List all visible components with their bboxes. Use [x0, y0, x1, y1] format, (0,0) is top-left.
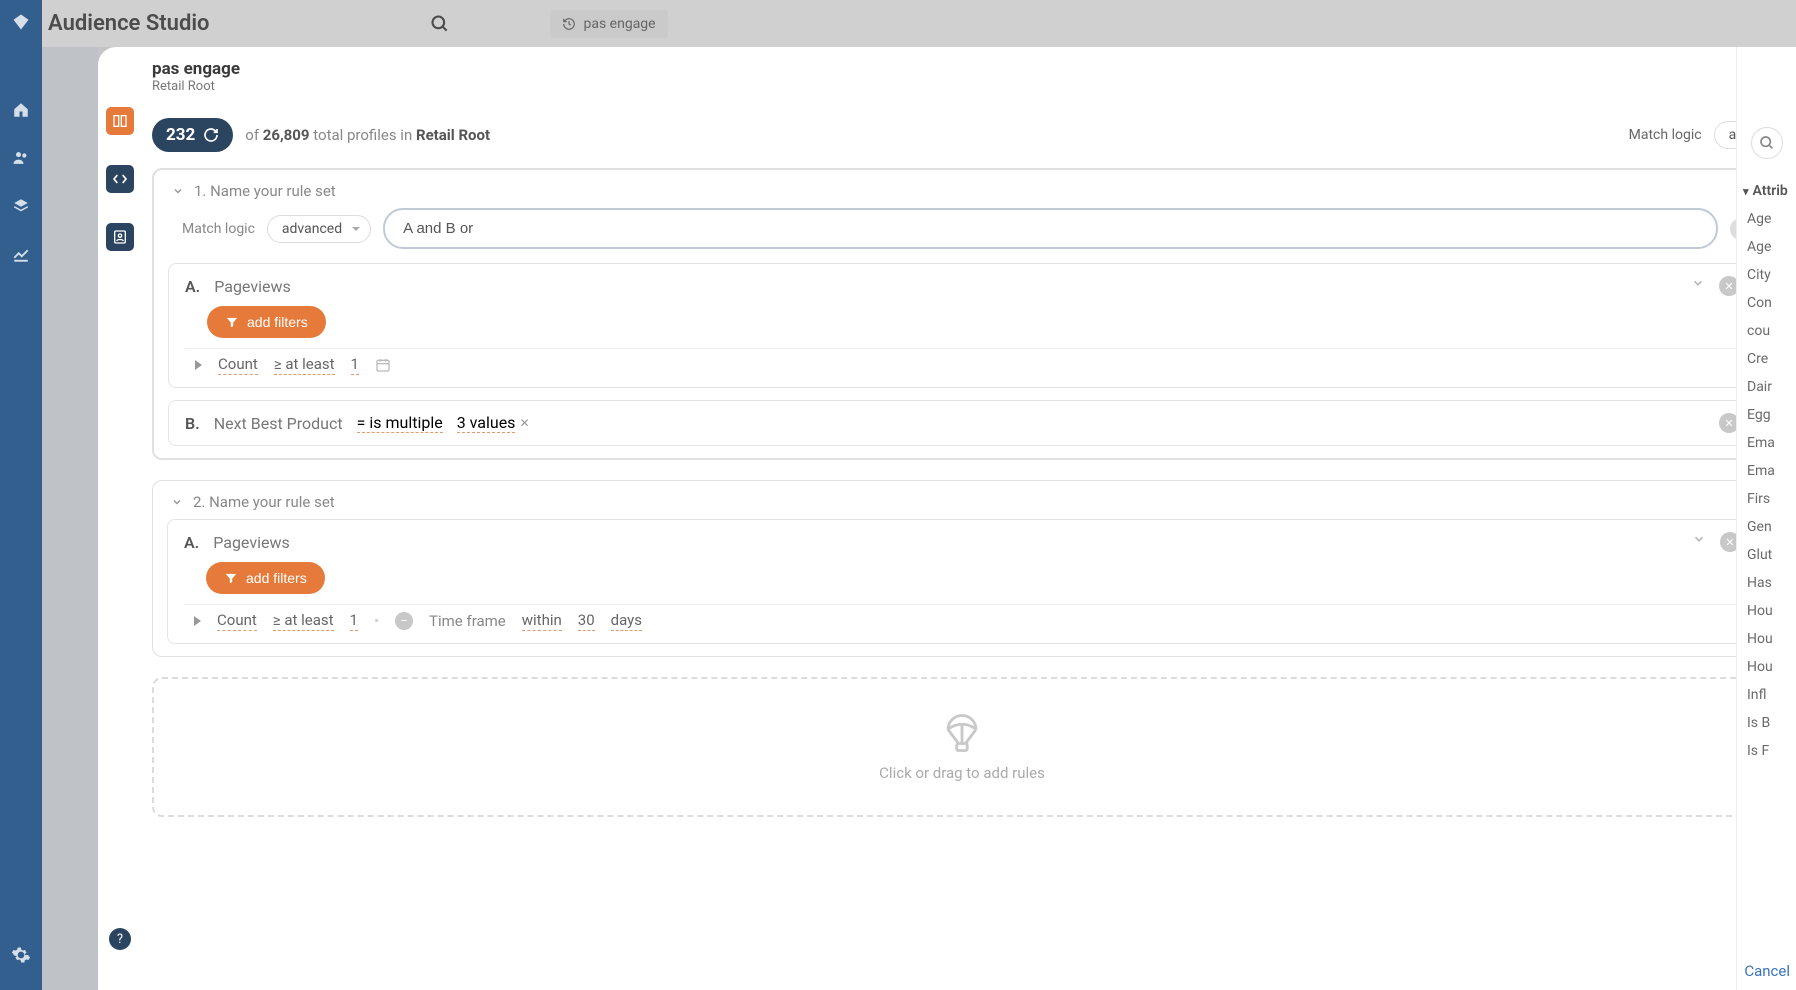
rule-a: A. Pageviews ✕ add filters	[168, 263, 1756, 388]
attribute-item[interactable]: Con	[1737, 289, 1796, 317]
ruleset-title: 1. Name your rule set	[194, 182, 336, 200]
add-filters-button[interactable]: add filters	[207, 306, 326, 338]
count-label[interactable]: Count	[217, 611, 257, 631]
ruleset-head[interactable]: 1. Name your rule set	[154, 170, 1770, 208]
rule-a: A. Pageviews ✕ add filters	[167, 519, 1757, 644]
modal-header: pas engage Retail Root	[152, 59, 1772, 94]
chevron-down-icon: ▾	[1743, 185, 1749, 198]
contacts-tab-icon[interactable]	[106, 223, 134, 251]
attributes-search-icon[interactable]	[1751, 127, 1783, 159]
expand-icon[interactable]	[195, 360, 202, 370]
attribute-item[interactable]: Age	[1737, 205, 1796, 233]
builder-tab-icon[interactable]	[106, 107, 134, 135]
home-icon[interactable]	[11, 100, 31, 120]
chevron-down-icon[interactable]	[171, 496, 183, 508]
modal-help[interactable]: ?	[109, 928, 131, 950]
ruleset-1: 1. Name your rule set Match logic advanc…	[152, 168, 1772, 460]
cancel-button[interactable]: Cancel	[1744, 962, 1790, 980]
filter-icon	[225, 315, 239, 329]
minus-icon[interactable]: −	[395, 612, 413, 630]
dropzone-text: Click or drag to add rules	[879, 764, 1045, 782]
count-value[interactable]: 1	[350, 611, 358, 631]
rule-letter: A.	[184, 533, 199, 552]
calendar-icon[interactable]	[375, 357, 391, 373]
expand-icon[interactable]	[194, 616, 201, 626]
count-op[interactable]: ≥ at least	[274, 355, 335, 375]
attribute-item[interactable]: Gen	[1737, 513, 1796, 541]
attribute-item[interactable]: Hou	[1737, 653, 1796, 681]
attribute-item[interactable]: Age	[1737, 233, 1796, 261]
attribute-item[interactable]: Cre	[1737, 345, 1796, 373]
match-logic-label: Match logic	[182, 221, 255, 237]
profile-count: 232	[166, 125, 195, 145]
add-filters-button[interactable]: add filters	[206, 562, 325, 594]
timeframe-num[interactable]: 30	[578, 611, 595, 631]
attributes-panel: ▾Attrib AgeAgeCityConcouCreDairEggEmaEma…	[1736, 47, 1796, 990]
count-line: Count ≥ at least 1	[185, 348, 1739, 375]
count-label[interactable]: Count	[218, 355, 258, 375]
attribute-item[interactable]: Hou	[1737, 625, 1796, 653]
logic-row: Match logic advanced ?	[154, 208, 1770, 263]
rule-op[interactable]: = is multiple	[357, 413, 443, 433]
timeframe-within[interactable]: within	[522, 611, 562, 631]
clear-icon[interactable]: ✕	[519, 416, 529, 430]
attribute-item[interactable]: Hou	[1737, 597, 1796, 625]
attribute-item[interactable]: Ema	[1737, 429, 1796, 457]
attribute-item[interactable]: Is F	[1737, 737, 1796, 765]
add-rules-dropzone[interactable]: Click or drag to add rules	[152, 677, 1772, 817]
ruleset-title: 2. Name your rule set	[193, 493, 335, 511]
count-op[interactable]: ≥ at least	[273, 611, 334, 631]
chart-icon[interactable]	[11, 244, 31, 264]
attribute-item[interactable]: Firs	[1737, 485, 1796, 513]
chevron-down-icon[interactable]	[172, 185, 184, 197]
rule-letter: B.	[185, 414, 200, 433]
attribute-item[interactable]: Glut	[1737, 541, 1796, 569]
attribute-item[interactable]: City	[1737, 261, 1796, 289]
modal-main: pas engage Retail Root 232 of 26,809 tot…	[142, 47, 1796, 990]
audience-root: Retail Root	[152, 79, 1772, 94]
attributes-header[interactable]: ▾Attrib	[1737, 177, 1796, 205]
attribute-item[interactable]: Is B	[1737, 709, 1796, 737]
code-tab-icon[interactable]	[106, 165, 134, 193]
rule-attribute: Next Best Product	[214, 414, 343, 433]
parachute-icon	[941, 712, 983, 754]
profile-count-pill[interactable]: 232	[152, 118, 233, 152]
stats-text: of 26,809 total profiles in Retail Root	[245, 126, 490, 144]
refresh-icon[interactable]	[203, 127, 219, 143]
rule-letter: A.	[185, 277, 200, 296]
layers-icon[interactable]	[11, 196, 31, 216]
chevron-down-icon[interactable]	[1692, 532, 1706, 552]
chevron-down-icon[interactable]	[1691, 276, 1705, 296]
attribute-item[interactable]: Infl	[1737, 681, 1796, 709]
count-value[interactable]: 1	[351, 355, 359, 375]
audience-name: pas engage	[152, 59, 1772, 79]
gear-icon[interactable]	[11, 945, 31, 965]
match-logic-label: Match logic	[1629, 127, 1702, 143]
attribute-item[interactable]: Dair	[1737, 373, 1796, 401]
audience-editor-modal: ? pas engage Retail Root 232 of 26,809 t…	[98, 47, 1796, 990]
stats-row: 232 of 26,809 total profiles in Retail R…	[152, 118, 1772, 152]
rule-b: B. Next Best Product = is multiple 3 val…	[168, 400, 1756, 446]
timeframe-unit[interactable]: days	[611, 611, 642, 631]
ruleset-2: 2. Name your rule set A. Pageviews ✕	[152, 480, 1772, 657]
edge-sidebar	[0, 0, 42, 990]
rule-attribute: Pageviews	[214, 277, 290, 296]
attributes-list: AgeAgeCityConcouCreDairEggEmaEmaFirsGenG…	[1737, 205, 1796, 765]
match-logic-select[interactable]: advanced	[267, 215, 371, 243]
modal-left-icons: ?	[98, 47, 142, 990]
diamond-icon[interactable]	[11, 12, 31, 32]
timeframe-label: Time frame	[429, 612, 506, 630]
filter-icon	[224, 571, 238, 585]
attribute-item[interactable]: cou	[1737, 317, 1796, 345]
rule-attribute: Pageviews	[213, 533, 289, 552]
rule-values: 3 values	[457, 413, 516, 433]
count-line: Count ≥ at least 1 • − Time frame within…	[184, 604, 1740, 631]
audience-icon[interactable]	[11, 148, 31, 168]
attribute-item[interactable]: Has	[1737, 569, 1796, 597]
ruleset-head[interactable]: 2. Name your rule set	[153, 481, 1771, 519]
help-icon[interactable]: ?	[109, 928, 131, 950]
logic-expression-input[interactable]	[383, 208, 1718, 249]
attribute-item[interactable]: Ema	[1737, 457, 1796, 485]
attribute-item[interactable]: Egg	[1737, 401, 1796, 429]
